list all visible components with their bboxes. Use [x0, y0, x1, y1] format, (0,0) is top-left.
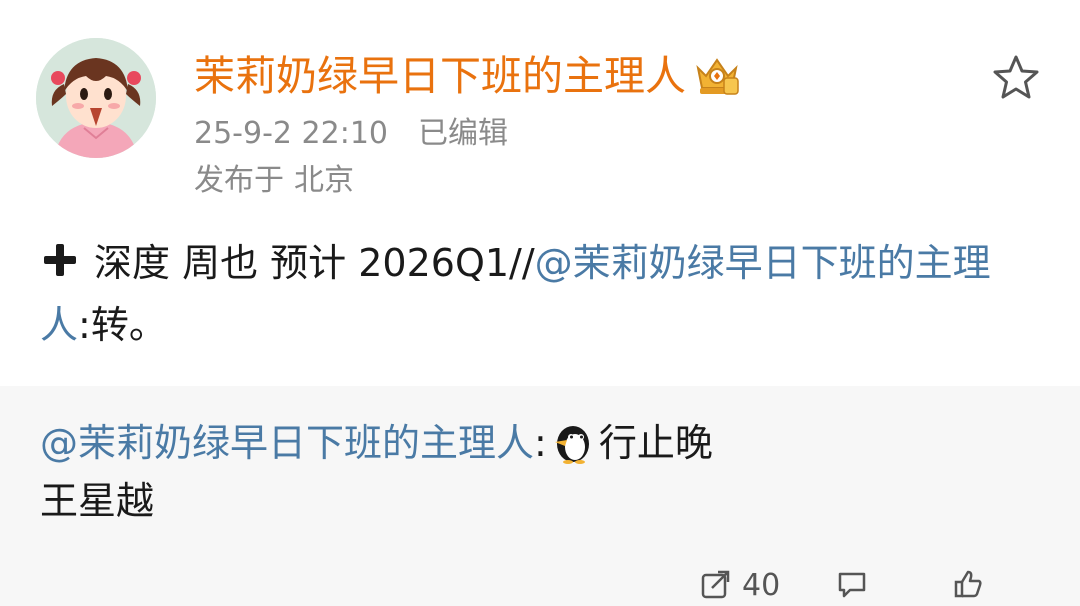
favorite-star-icon[interactable]	[990, 52, 1042, 104]
post-body-suffix: :转。	[78, 303, 167, 347]
post-timestamp: 25-9-2 22:10	[194, 116, 388, 151]
comment-icon	[838, 572, 866, 598]
location-prefix: 发布于	[194, 163, 284, 198]
avatar[interactable]	[36, 38, 156, 158]
post-meta: 25-9-2 22:10 已编辑	[194, 114, 508, 154]
repost-line2-text: 王星越	[40, 479, 155, 523]
penguin-emoji-icon	[554, 426, 589, 464]
repost-mention-link[interactable]: @茉莉奶绿早日下班的主理人	[40, 421, 534, 465]
location-city: 北京	[294, 163, 354, 198]
like-action[interactable]	[952, 566, 994, 606]
edited-label[interactable]: 已编辑	[418, 116, 508, 151]
heavy-plus-icon	[44, 244, 76, 276]
repost-icon	[701, 570, 730, 599]
weibo-post: 茉莉奶绿早日下班的主理人 25-9-2 22:10 已编辑 发布于 北京 深度 周也…	[0, 0, 1080, 606]
like-icon	[954, 570, 982, 598]
vip-crown-badge-icon[interactable]	[692, 54, 742, 98]
comment-action[interactable]	[836, 566, 878, 606]
author-name[interactable]: 茉莉奶绿早日下班的主理人	[194, 50, 686, 102]
post-location: 发布于 北京	[194, 161, 354, 201]
avatar-cartoon-girl-image	[36, 38, 156, 158]
repost-count: 40	[742, 568, 781, 603]
repost-action[interactable]: 40	[700, 566, 780, 606]
repost-line1-text: 行止晚	[598, 421, 713, 465]
post-body-text: 深度 周也 预计 2026Q1//	[94, 241, 535, 285]
post-body: 深度 周也 预计 2026Q1//@茉莉奶绿早日下班的主理人:转。	[40, 232, 1040, 356]
reposted-text: @茉莉奶绿早日下班的主理人: 行止晚王星越	[40, 414, 1040, 530]
repost-colon: :	[534, 421, 547, 465]
